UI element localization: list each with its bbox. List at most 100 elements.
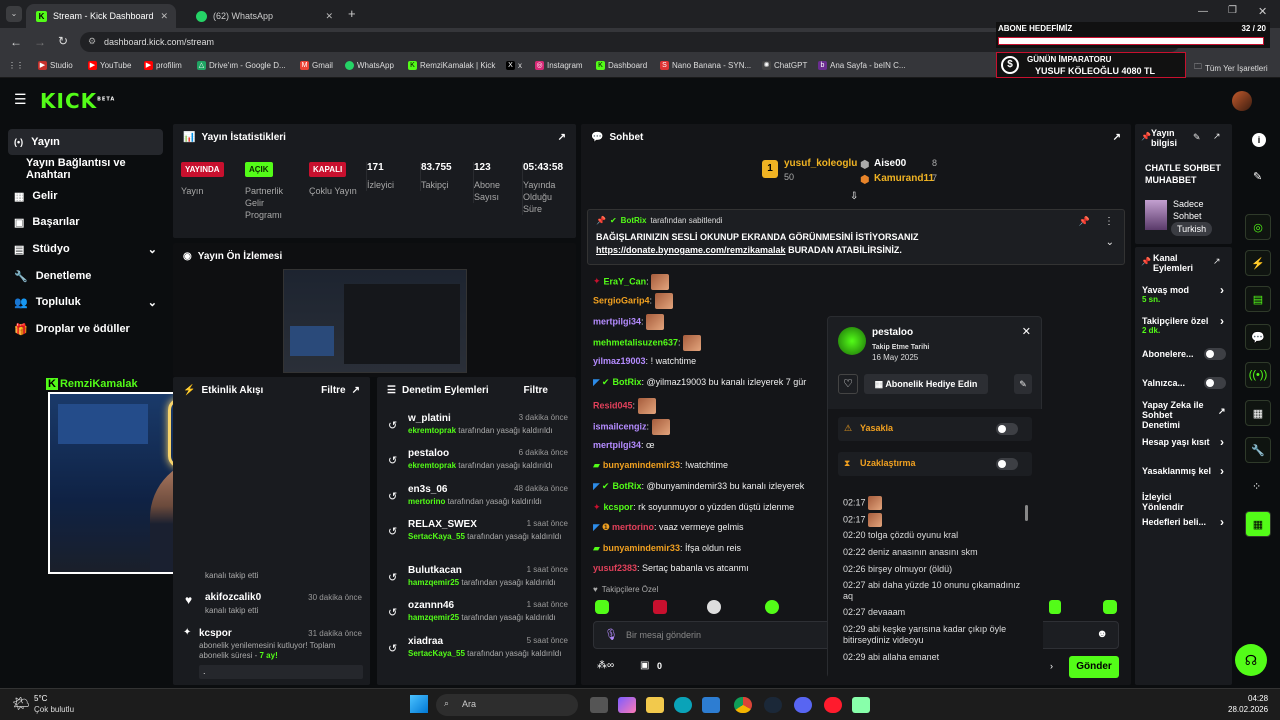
chat-username[interactable]: kcspor (604, 502, 634, 512)
moderator-name[interactable]: hamzqemir25 (408, 578, 459, 587)
shop-icon[interactable]: ▣ (640, 660, 649, 671)
gift-sub-button[interactable]: ▦ Abonelik Hediye Edin (864, 374, 988, 394)
info-icon[interactable]: i (1252, 133, 1266, 147)
bookmark-chatgpt[interactable]: ✺ ChatGPT (762, 61, 807, 70)
chat-username[interactable]: Resid045 (593, 400, 633, 410)
moderated-user[interactable]: xiadraa (408, 636, 443, 647)
category-thumb[interactable] (1145, 200, 1167, 230)
channel-action[interactable]: Yasaklanmış kel › (1142, 465, 1228, 477)
chat-username[interactable]: ismailcengiz (593, 421, 647, 431)
dots-icon[interactable]: ⁘ (1252, 480, 1261, 493)
bookmark-kick[interactable]: K RemziKamalak | Kick (408, 61, 495, 70)
edit-icon[interactable]: ✎ (1193, 132, 1201, 143)
channel-action[interactable]: Hedefleri beli... › (1142, 516, 1228, 528)
channel-action[interactable]: Yapay Zeka ile Sohbet Denetimi ↗ (1142, 400, 1228, 430)
gifter-name[interactable]: yusuf_koleoglu (784, 158, 857, 169)
close-icon[interactable]: ✕ (1022, 325, 1031, 338)
moderator-name[interactable]: ekremtoprak (408, 426, 456, 435)
all-bookmarks[interactable]: 🗀 Tüm Yer İşaretleri (1194, 61, 1268, 75)
rail-broadcast-button[interactable]: ((•)) (1245, 362, 1271, 388)
mod-action-icon[interactable]: ✎ (1014, 374, 1032, 394)
channel-action[interactable]: Abonelere... (1142, 348, 1228, 360)
unpin-icon[interactable]: 📌 (1079, 216, 1090, 227)
chat-username[interactable]: mertpilgi34 (593, 316, 641, 326)
task-view-icon[interactable] (590, 697, 608, 713)
moderator-name[interactable]: SertacKaya_55 (408, 649, 465, 658)
sidebar-item-basarilar[interactable]: ▣ Başarılar (8, 209, 163, 235)
restore-icon[interactable]: ❐ (1228, 5, 1237, 16)
channel-action[interactable]: Takipçilere özel 2 dk. › (1142, 315, 1228, 336)
reload-icon[interactable]: ↻ (58, 34, 68, 48)
activity-input[interactable]: . (199, 665, 363, 679)
channel-action[interactable]: Yavaş mod 5 sn. › (1142, 284, 1228, 305)
ban-toggle[interactable] (996, 423, 1018, 435)
bookmark-instagram[interactable]: ◎ Instagram (535, 61, 583, 70)
close-icon[interactable]: ✕ (325, 11, 333, 22)
activity-user[interactable]: akifozcalik0 (205, 592, 261, 603)
bookmark-drive[interactable]: △ Drive'ım - Google D... (197, 61, 286, 70)
chat-username[interactable]: bunyamindemir33 (603, 460, 680, 470)
channel-action[interactable]: Hesap yaşı kısıt › (1142, 436, 1228, 448)
moderation-row[interactable]: ↺ pestaloo 6 dakika önce ekremtoprak tarafı… (386, 448, 572, 484)
action-toggle[interactable] (1204, 377, 1226, 389)
taskbar-search[interactable]: ⌕ Ara (436, 694, 578, 716)
moderated-user[interactable]: ozannn46 (408, 600, 454, 611)
window-close-icon[interactable]: ✕ (1258, 5, 1267, 18)
tab-whatsapp[interactable]: (62) WhatsApp ✕ (186, 4, 341, 28)
emoji-icon[interactable]: ☻ (1096, 628, 1108, 640)
donate-link[interactable]: https://donate.bynogame.com/remzikamalak (596, 245, 786, 255)
chat-username[interactable]: SergioGarip4 (593, 295, 650, 305)
timeout-toggle[interactable] (996, 458, 1018, 470)
bookmark-gmail[interactable]: M Gmail (300, 61, 333, 70)
moderator-name[interactable]: SertacKaya_55 (408, 532, 465, 541)
channel-action[interactable]: İzleyici Yönlendir (1142, 492, 1228, 512)
rail-extension-button[interactable]: ▦ (1245, 511, 1271, 537)
microphone-icon[interactable]: 🎙 (604, 628, 618, 641)
opera-icon[interactable] (824, 697, 842, 713)
chat-username[interactable]: yilmaz19003 (593, 356, 646, 366)
channel-action[interactable]: Yalnızca... (1142, 377, 1228, 389)
more-icon[interactable]: ⋮ (1104, 216, 1114, 227)
copilot-icon[interactable] (618, 697, 636, 713)
close-icon[interactable]: ✕ (160, 11, 168, 22)
bookmark-bein[interactable]: b Ana Sayfa - beIN C... (818, 61, 906, 70)
emote-icon[interactable] (765, 600, 779, 614)
chat-username[interactable]: mehmetalisuzen637 (593, 337, 678, 347)
chrome-icon[interactable] (734, 697, 752, 713)
chat-username[interactable]: BotRix (612, 481, 641, 491)
moderation-row[interactable]: ↺ w_platini 3 dakika önce ekremtoprak taraf… (386, 413, 572, 449)
sidebar-item-topluluk[interactable]: 👥 Topluluk ⌄ (8, 289, 163, 315)
store-icon[interactable] (702, 697, 720, 713)
windows-start-icon[interactable] (410, 695, 428, 713)
minimize-icon[interactable]: — (1198, 6, 1208, 17)
rail-chat-button[interactable]: 💬 (1245, 324, 1271, 350)
moderated-user[interactable]: RELAX_SWEX (408, 519, 477, 530)
chat-username[interactable]: mertpilgi34 (593, 440, 641, 450)
category-name[interactable]: Sadece Sohbet (1173, 198, 1223, 222)
send-button[interactable]: Gönder (1069, 656, 1119, 678)
new-tab-button[interactable]: + (348, 6, 356, 21)
apps-icon[interactable]: ⋮⋮ (8, 61, 24, 70)
settings-icon[interactable]: › (1050, 661, 1053, 671)
emote-icon[interactable] (1049, 600, 1061, 614)
support-icon[interactable]: ☊ (1235, 644, 1267, 676)
rail-notes-button[interactable]: ▤ (1245, 286, 1271, 312)
sidebar-item-stream-key[interactable]: Yayın Bağlantısı ve Anahtarı (8, 156, 163, 182)
rail-layout-button[interactable]: ▦ (1245, 400, 1271, 426)
emote-icon[interactable] (595, 600, 609, 614)
bookmark-whatsapp[interactable]: WhatsApp (345, 61, 394, 70)
moderator-name[interactable]: ekremtoprak (408, 461, 456, 470)
edit-icon[interactable]: ✎ (1253, 170, 1262, 183)
points-icon[interactable]: ⁂∞ (597, 660, 614, 671)
bookmark-x[interactable]: Xx (506, 61, 522, 70)
app-icon[interactable] (852, 697, 870, 713)
expand-icon[interactable]: ↗ (1213, 256, 1221, 267)
kick-logo[interactable]: KICKBETA (40, 89, 115, 113)
filter-button[interactable]: Filtre (321, 385, 345, 396)
bookmark-studio[interactable]: ▶ Studio (38, 61, 73, 70)
collapse-icon[interactable]: ⌄ (1106, 237, 1114, 248)
user-history-scrollbar[interactable] (1025, 505, 1028, 521)
sidebar-item-studyo[interactable]: ▤ Stüdyo ⌄ (8, 236, 163, 262)
emote-icon[interactable] (707, 600, 721, 614)
explorer-icon[interactable] (646, 697, 664, 713)
